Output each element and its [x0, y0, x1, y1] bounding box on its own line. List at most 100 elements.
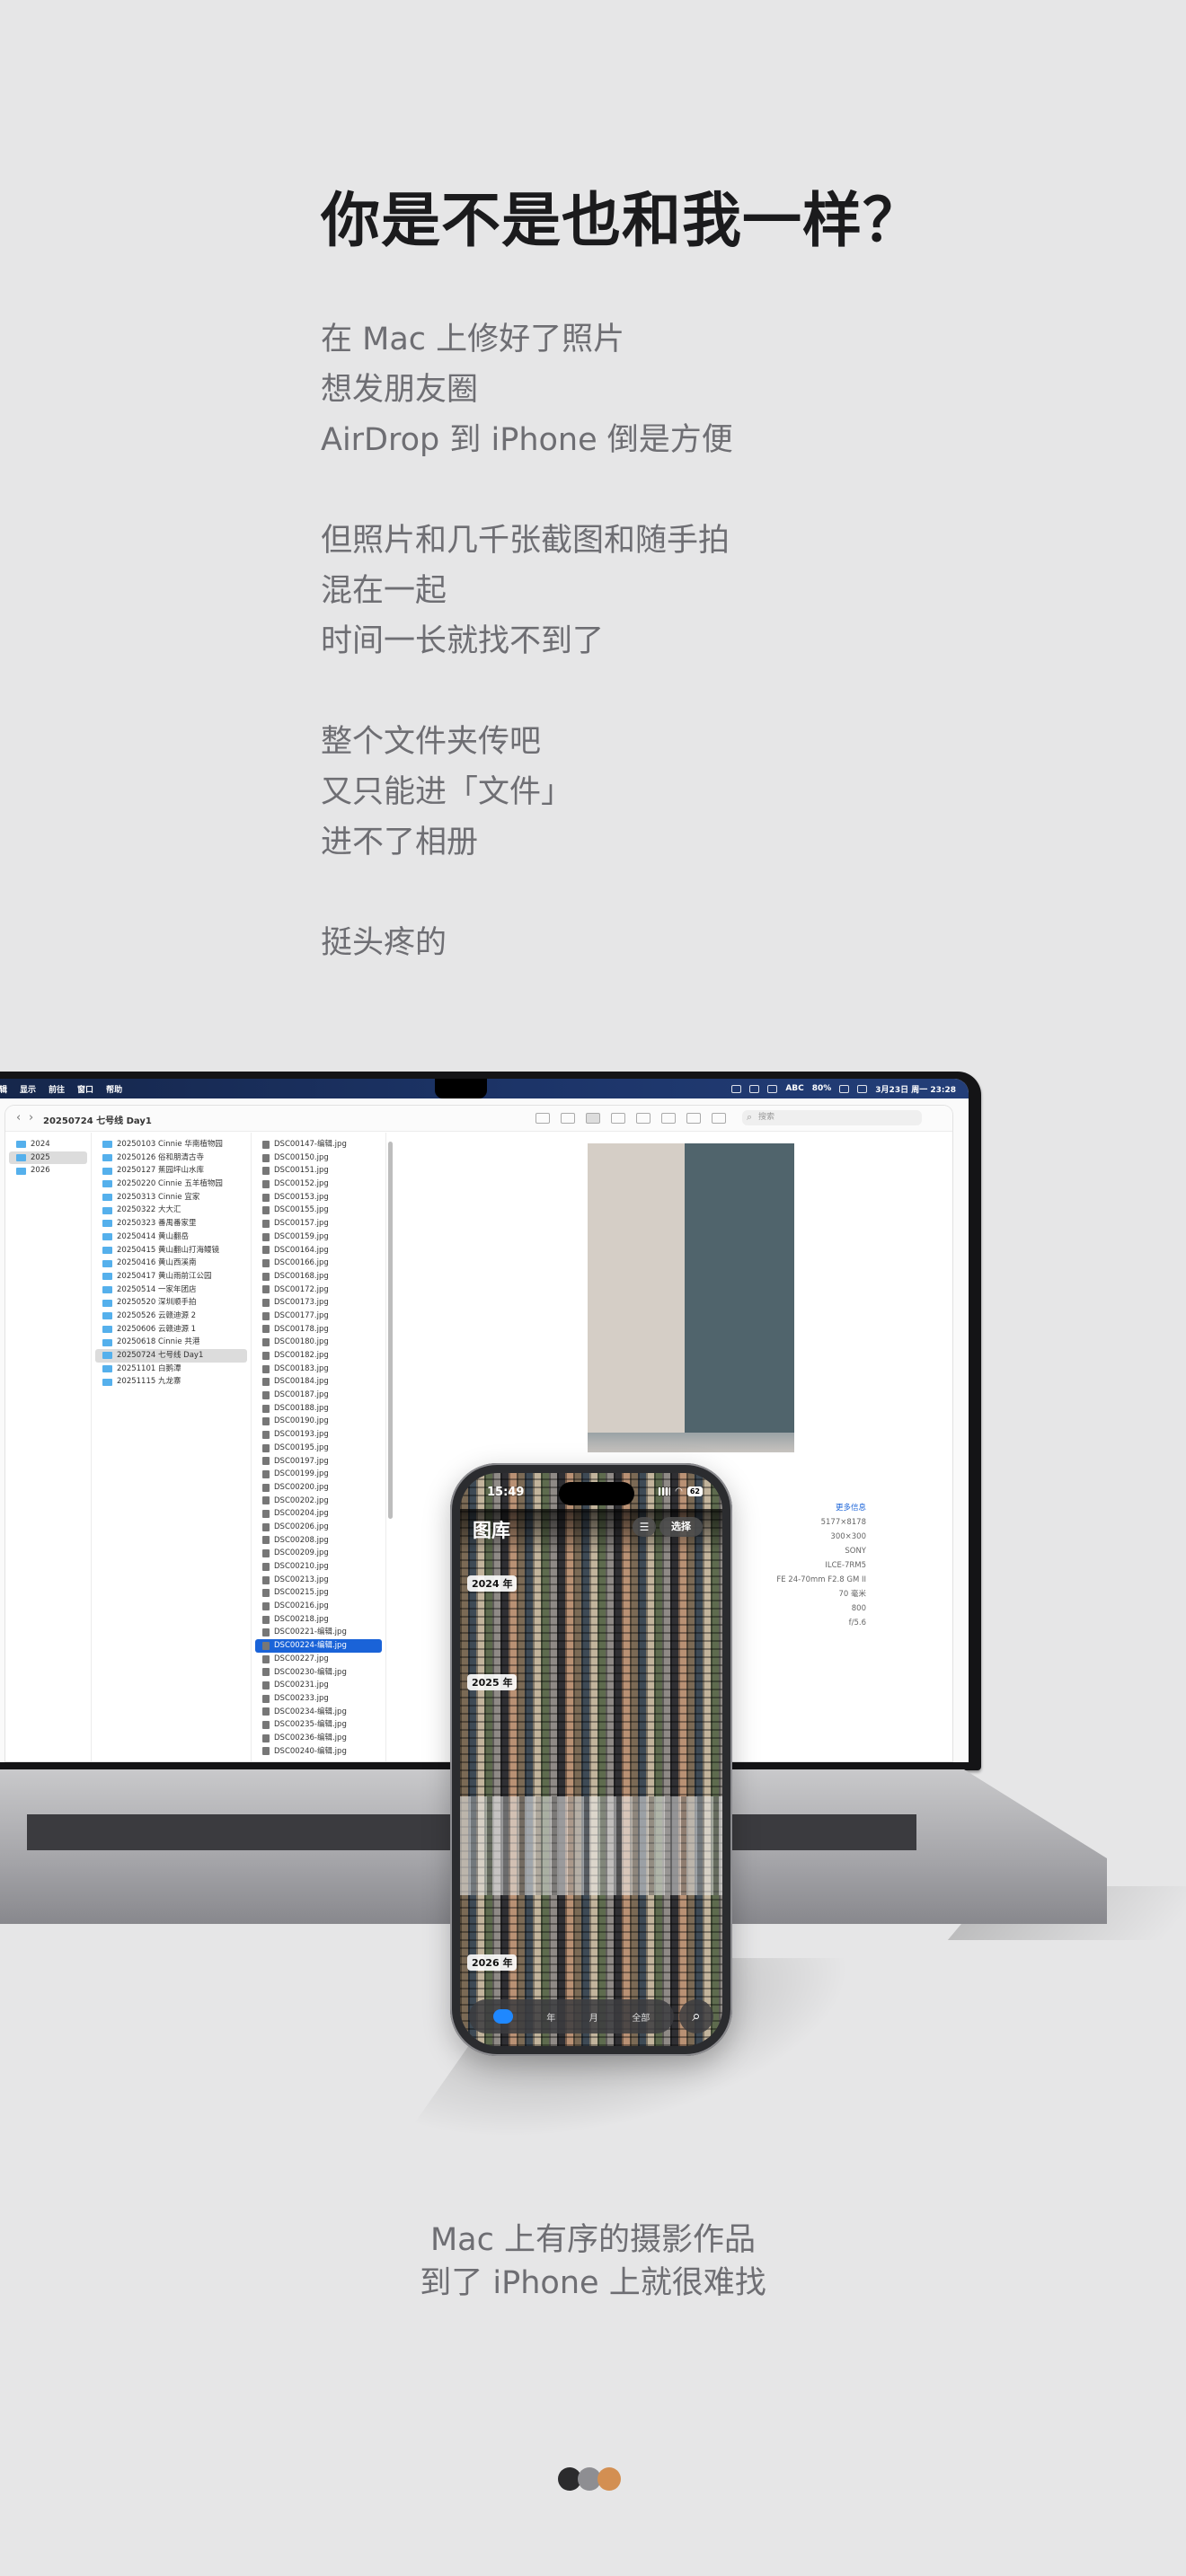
group-icon[interactable]	[636, 1113, 651, 1124]
folder-row[interactable]: 2025	[9, 1151, 87, 1165]
folder-row[interactable]: 20251115 九龙寨	[95, 1375, 247, 1389]
folder-row[interactable]: 20251101 白鹅潭	[95, 1363, 247, 1376]
file-row[interactable]: DSC00173.jpg	[255, 1296, 382, 1310]
file-row[interactable]: DSC00224-编辑.jpg	[255, 1639, 382, 1653]
file-row[interactable]: DSC00188.jpg	[255, 1402, 382, 1416]
input-method[interactable]: ABC	[785, 1084, 803, 1093]
folder-row[interactable]: 20250126 俗和朋清古寺	[95, 1151, 247, 1165]
menubar-item[interactable]: 帮助	[106, 1083, 122, 1095]
file-row[interactable]: DSC00193.jpg	[255, 1428, 382, 1442]
folder-row[interactable]: 20250526 云赣迪源 2	[95, 1310, 247, 1323]
file-row[interactable]: DSC00235-编辑.jpg	[255, 1718, 382, 1732]
file-row[interactable]: DSC00178.jpg	[255, 1323, 382, 1337]
file-row[interactable]: DSC00236-编辑.jpg	[255, 1732, 382, 1745]
icon-view-icon[interactable]	[535, 1113, 550, 1124]
file-row[interactable]: DSC00208.jpg	[255, 1534, 382, 1548]
more-info-link[interactable]: 更多信息	[742, 1501, 866, 1515]
file-row[interactable]: DSC00155.jpg	[255, 1204, 382, 1217]
file-row[interactable]: DSC00231.jpg	[255, 1679, 382, 1692]
select-button[interactable]: 选择	[659, 1517, 703, 1537]
forward-icon[interactable]: ›	[29, 1111, 33, 1125]
file-row[interactable]: DSC00157.jpg	[255, 1217, 382, 1231]
folder-row[interactable]: 20250606 云赣迪源 1	[95, 1323, 247, 1337]
file-row[interactable]: DSC00184.jpg	[255, 1375, 382, 1389]
folder-row[interactable]: 20250724 七号线 Day1	[95, 1349, 247, 1363]
file-row[interactable]: DSC00213.jpg	[255, 1574, 382, 1587]
tab-month[interactable]: 月	[589, 2010, 598, 2024]
list-view-icon[interactable]	[561, 1113, 575, 1124]
file-row[interactable]: DSC00151.jpg	[255, 1164, 382, 1178]
folder-row[interactable]: 20250514 一家年团店	[95, 1284, 247, 1297]
file-row[interactable]: DSC00234-编辑.jpg	[255, 1706, 382, 1719]
bluetooth-icon[interactable]	[767, 1084, 778, 1093]
folder-row[interactable]: 20250103 Cinnie 华南植物园	[95, 1138, 247, 1151]
page-dot[interactable]	[597, 2467, 621, 2491]
file-row[interactable]: DSC00233.jpg	[255, 1692, 382, 1706]
files-scrollbar[interactable]	[388, 1142, 393, 1519]
folder-row[interactable]: 2026	[9, 1164, 87, 1178]
folder-row[interactable]: 20250618 Cinnie 共港	[95, 1336, 247, 1349]
file-row[interactable]: DSC00182.jpg	[255, 1349, 382, 1363]
file-row[interactable]: DSC00195.jpg	[255, 1442, 382, 1455]
file-row[interactable]: DSC00166.jpg	[255, 1257, 382, 1270]
file-row[interactable]: DSC00216.jpg	[255, 1600, 382, 1613]
file-row[interactable]: DSC00204.jpg	[255, 1507, 382, 1521]
file-row[interactable]: DSC00159.jpg	[255, 1231, 382, 1244]
file-row[interactable]: DSC00150.jpg	[255, 1151, 382, 1165]
finder-search[interactable]: 搜索	[742, 1109, 922, 1125]
file-row[interactable]: DSC00200.jpg	[255, 1481, 382, 1495]
file-row[interactable]: DSC00218.jpg	[255, 1613, 382, 1627]
folder-row[interactable]: 20250313 Cinnie 宜家	[95, 1191, 247, 1204]
tab-all[interactable]: 全部	[632, 2010, 650, 2024]
wifi-icon[interactable]	[839, 1084, 850, 1093]
folder-row[interactable]: 20250323 番禺番家里	[95, 1217, 247, 1231]
file-row[interactable]: DSC00187.jpg	[255, 1389, 382, 1402]
gallery-view-icon[interactable]	[611, 1113, 625, 1124]
file-row[interactable]: DSC00183.jpg	[255, 1363, 382, 1376]
sort-icon[interactable]: ☰	[633, 1517, 656, 1537]
menubar-clock[interactable]: 3月23日 周一 23:28	[875, 1083, 956, 1095]
folder-row[interactable]: 20250127 蕉园坪山水库	[95, 1164, 247, 1178]
folder-row[interactable]: 20250417 黄山雨前江公园	[95, 1270, 247, 1284]
menubar-item[interactable]: 窗口	[77, 1083, 93, 1095]
file-row[interactable]: DSC00168.jpg	[255, 1270, 382, 1284]
file-row[interactable]: DSC00147-编辑.jpg	[255, 1138, 382, 1151]
wechat-icon[interactable]	[749, 1084, 760, 1093]
file-row[interactable]: DSC00202.jpg	[255, 1495, 382, 1508]
folder-row[interactable]: 20250322 大大汇	[95, 1204, 247, 1217]
file-row[interactable]: DSC00172.jpg	[255, 1284, 382, 1297]
menubar-item[interactable]: 前往	[49, 1083, 65, 1095]
spotlight-icon[interactable]	[857, 1084, 868, 1093]
file-row[interactable]: DSC00164.jpg	[255, 1244, 382, 1257]
menubar-item[interactable]: 显示	[20, 1083, 36, 1095]
file-row[interactable]: DSC00206.jpg	[255, 1521, 382, 1534]
folder-row[interactable]: 20250416 黄山西溪南	[95, 1257, 247, 1270]
file-row[interactable]: DSC00215.jpg	[255, 1586, 382, 1600]
more-icon[interactable]	[712, 1113, 726, 1124]
file-row[interactable]: DSC00152.jpg	[255, 1178, 382, 1191]
file-row[interactable]: DSC00221-编辑.jpg	[255, 1626, 382, 1639]
file-row[interactable]: DSC00177.jpg	[255, 1310, 382, 1323]
file-row[interactable]: DSC00209.jpg	[255, 1547, 382, 1560]
tag-icon[interactable]	[686, 1113, 701, 1124]
folder-row[interactable]: 20250414 黄山翻岳	[95, 1231, 247, 1244]
file-row[interactable]: DSC00227.jpg	[255, 1653, 382, 1666]
tab-library[interactable]	[492, 2009, 513, 2024]
control-icon[interactable]	[731, 1084, 742, 1093]
file-row[interactable]: DSC00153.jpg	[255, 1191, 382, 1204]
column-view-icon[interactable]	[586, 1113, 600, 1124]
file-row[interactable]: DSC00190.jpg	[255, 1415, 382, 1428]
folder-row[interactable]: 20250415 黄山翻山打海鳗镜	[95, 1244, 247, 1257]
file-row[interactable]: DSC00210.jpg	[255, 1560, 382, 1574]
file-row[interactable]: DSC00197.jpg	[255, 1455, 382, 1469]
folder-row[interactable]: 20250220 Cinnie 五羊植物园	[95, 1178, 247, 1191]
battery-percent[interactable]: 80%	[812, 1084, 832, 1093]
file-row[interactable]: DSC00199.jpg	[255, 1468, 382, 1481]
menubar-item[interactable]: 编辑	[0, 1083, 7, 1095]
search-icon[interactable]: ⌕	[679, 1999, 713, 2033]
back-icon[interactable]: ‹	[16, 1111, 21, 1125]
tab-year[interactable]: 年	[546, 2010, 555, 2024]
share-icon[interactable]	[661, 1113, 676, 1124]
folder-row[interactable]: 2024	[9, 1138, 87, 1151]
file-row[interactable]: DSC00240-编辑.jpg	[255, 1745, 382, 1759]
